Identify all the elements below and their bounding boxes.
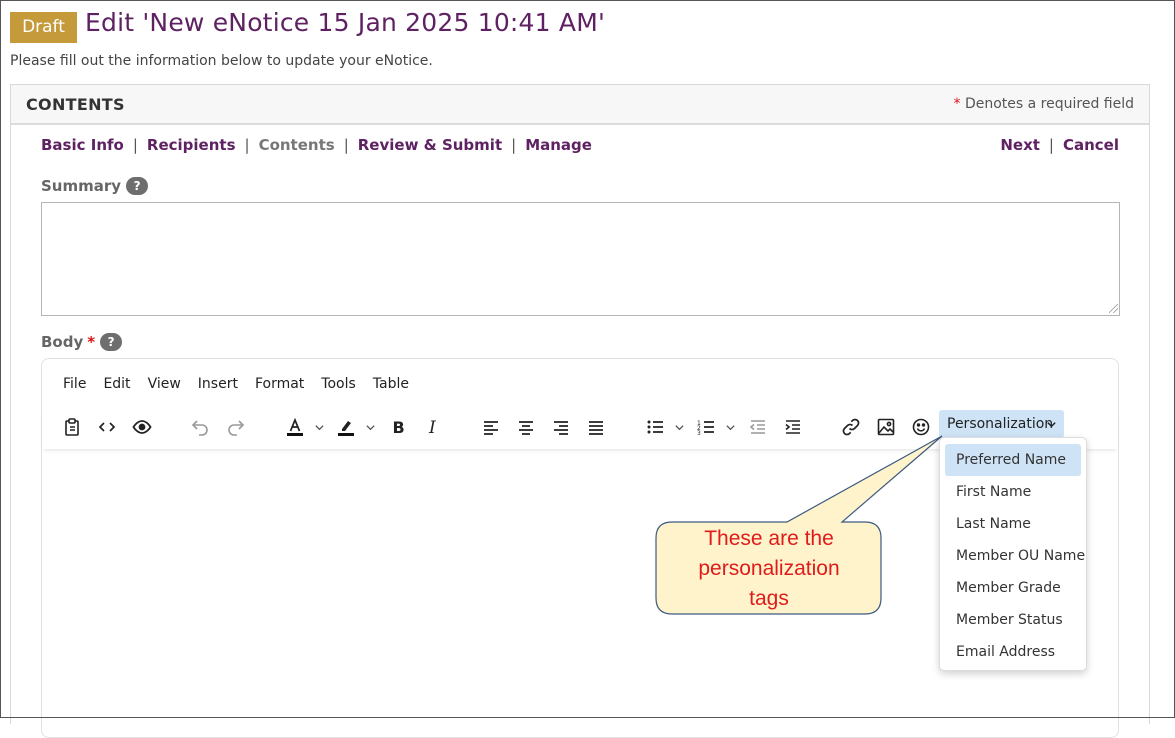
menu-item-first-name[interactable]: First Name: [945, 476, 1081, 508]
menu-item-member-ou-name[interactable]: Member OU Name: [945, 540, 1085, 572]
callout-line: tags: [749, 587, 789, 610]
menu-item-last-name[interactable]: Last Name: [945, 508, 1081, 540]
menu-item-preferred-name[interactable]: Preferred Name: [945, 444, 1081, 476]
callout-text: These are the personalization tags: [658, 524, 880, 614]
menu-item-member-status[interactable]: Member Status: [945, 604, 1081, 636]
callout-line: These are the: [704, 527, 834, 550]
callout-line: personalization: [698, 557, 840, 580]
menu-item-email-address[interactable]: Email Address: [945, 636, 1081, 668]
personalization-dropdown: Preferred Name First Name Last Name Memb…: [939, 437, 1087, 671]
menu-item-member-grade[interactable]: Member Grade: [945, 572, 1081, 604]
